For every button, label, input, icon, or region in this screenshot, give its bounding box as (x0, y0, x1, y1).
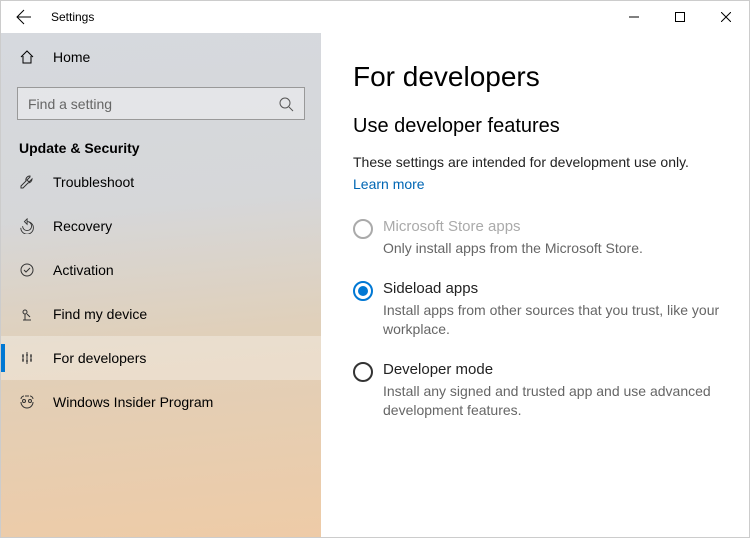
radio-selected-indicator (358, 286, 368, 296)
sidebar-item-label: Troubleshoot (53, 174, 134, 190)
search-box[interactable] (17, 87, 305, 120)
maximize-button[interactable] (657, 1, 703, 33)
sidebar-item-for-developers[interactable]: For developers (1, 336, 321, 380)
radio-option-store-apps: Microsoft Store apps Only install apps f… (353, 218, 727, 258)
radio-option-developer-mode[interactable]: Developer mode Install any signed and tr… (353, 361, 727, 420)
radio-button (353, 219, 373, 239)
close-button[interactable] (703, 1, 749, 33)
radio-label: Microsoft Store apps (383, 218, 643, 235)
troubleshoot-icon (19, 174, 35, 190)
sidebar-item-label: For developers (53, 350, 146, 366)
insider-icon (19, 394, 35, 410)
radio-option-sideload[interactable]: Sideload apps Install apps from other so… (353, 280, 727, 339)
sidebar-item-label: Recovery (53, 218, 112, 234)
radio-label: Sideload apps (383, 280, 727, 297)
recovery-icon (19, 218, 35, 234)
sidebar-item-find-my-device[interactable]: Find my device (1, 292, 321, 336)
find-device-icon (19, 306, 35, 322)
minimize-button[interactable] (611, 1, 657, 33)
arrow-left-icon (16, 9, 32, 25)
developers-icon (19, 350, 35, 366)
radio-sub: Install apps from other sources that you… (383, 301, 727, 339)
search-icon (278, 96, 294, 112)
maximize-icon (675, 12, 685, 22)
radio-sub: Only install apps from the Microsoft Sto… (383, 239, 643, 258)
radio-label: Developer mode (383, 361, 727, 378)
back-button[interactable] (1, 1, 47, 33)
search-container (1, 77, 321, 134)
radio-sub: Install any signed and trusted app and u… (383, 382, 727, 420)
window-controls (611, 1, 749, 33)
home-label: Home (53, 49, 90, 65)
window-title: Settings (51, 10, 94, 24)
sidebar-item-label: Activation (53, 262, 114, 278)
titlebar: Settings (1, 1, 749, 33)
learn-more-link[interactable]: Learn more (353, 176, 425, 192)
radio-button[interactable] (353, 362, 373, 382)
page-description: These settings are intended for developm… (353, 154, 727, 170)
search-input[interactable] (28, 96, 278, 112)
sidebar-item-label: Windows Insider Program (53, 394, 213, 410)
sidebar-item-troubleshoot[interactable]: Troubleshoot (1, 160, 321, 204)
minimize-icon (629, 12, 639, 22)
page-subheading: Use developer features (353, 115, 727, 138)
sidebar-item-activation[interactable]: Activation (1, 248, 321, 292)
page-heading: For developers (353, 61, 727, 93)
close-icon (721, 12, 731, 22)
radio-button[interactable] (353, 281, 373, 301)
home-icon (19, 49, 35, 65)
sidebar-item-label: Find my device (53, 306, 147, 322)
nav-home[interactable]: Home (1, 37, 321, 77)
sidebar: Home Update & Security Troubleshoot Reco… (1, 33, 321, 537)
activation-icon (19, 262, 35, 278)
sidebar-item-windows-insider[interactable]: Windows Insider Program (1, 380, 321, 424)
sidebar-item-recovery[interactable]: Recovery (1, 204, 321, 248)
main-content: For developers Use developer features Th… (321, 33, 749, 537)
